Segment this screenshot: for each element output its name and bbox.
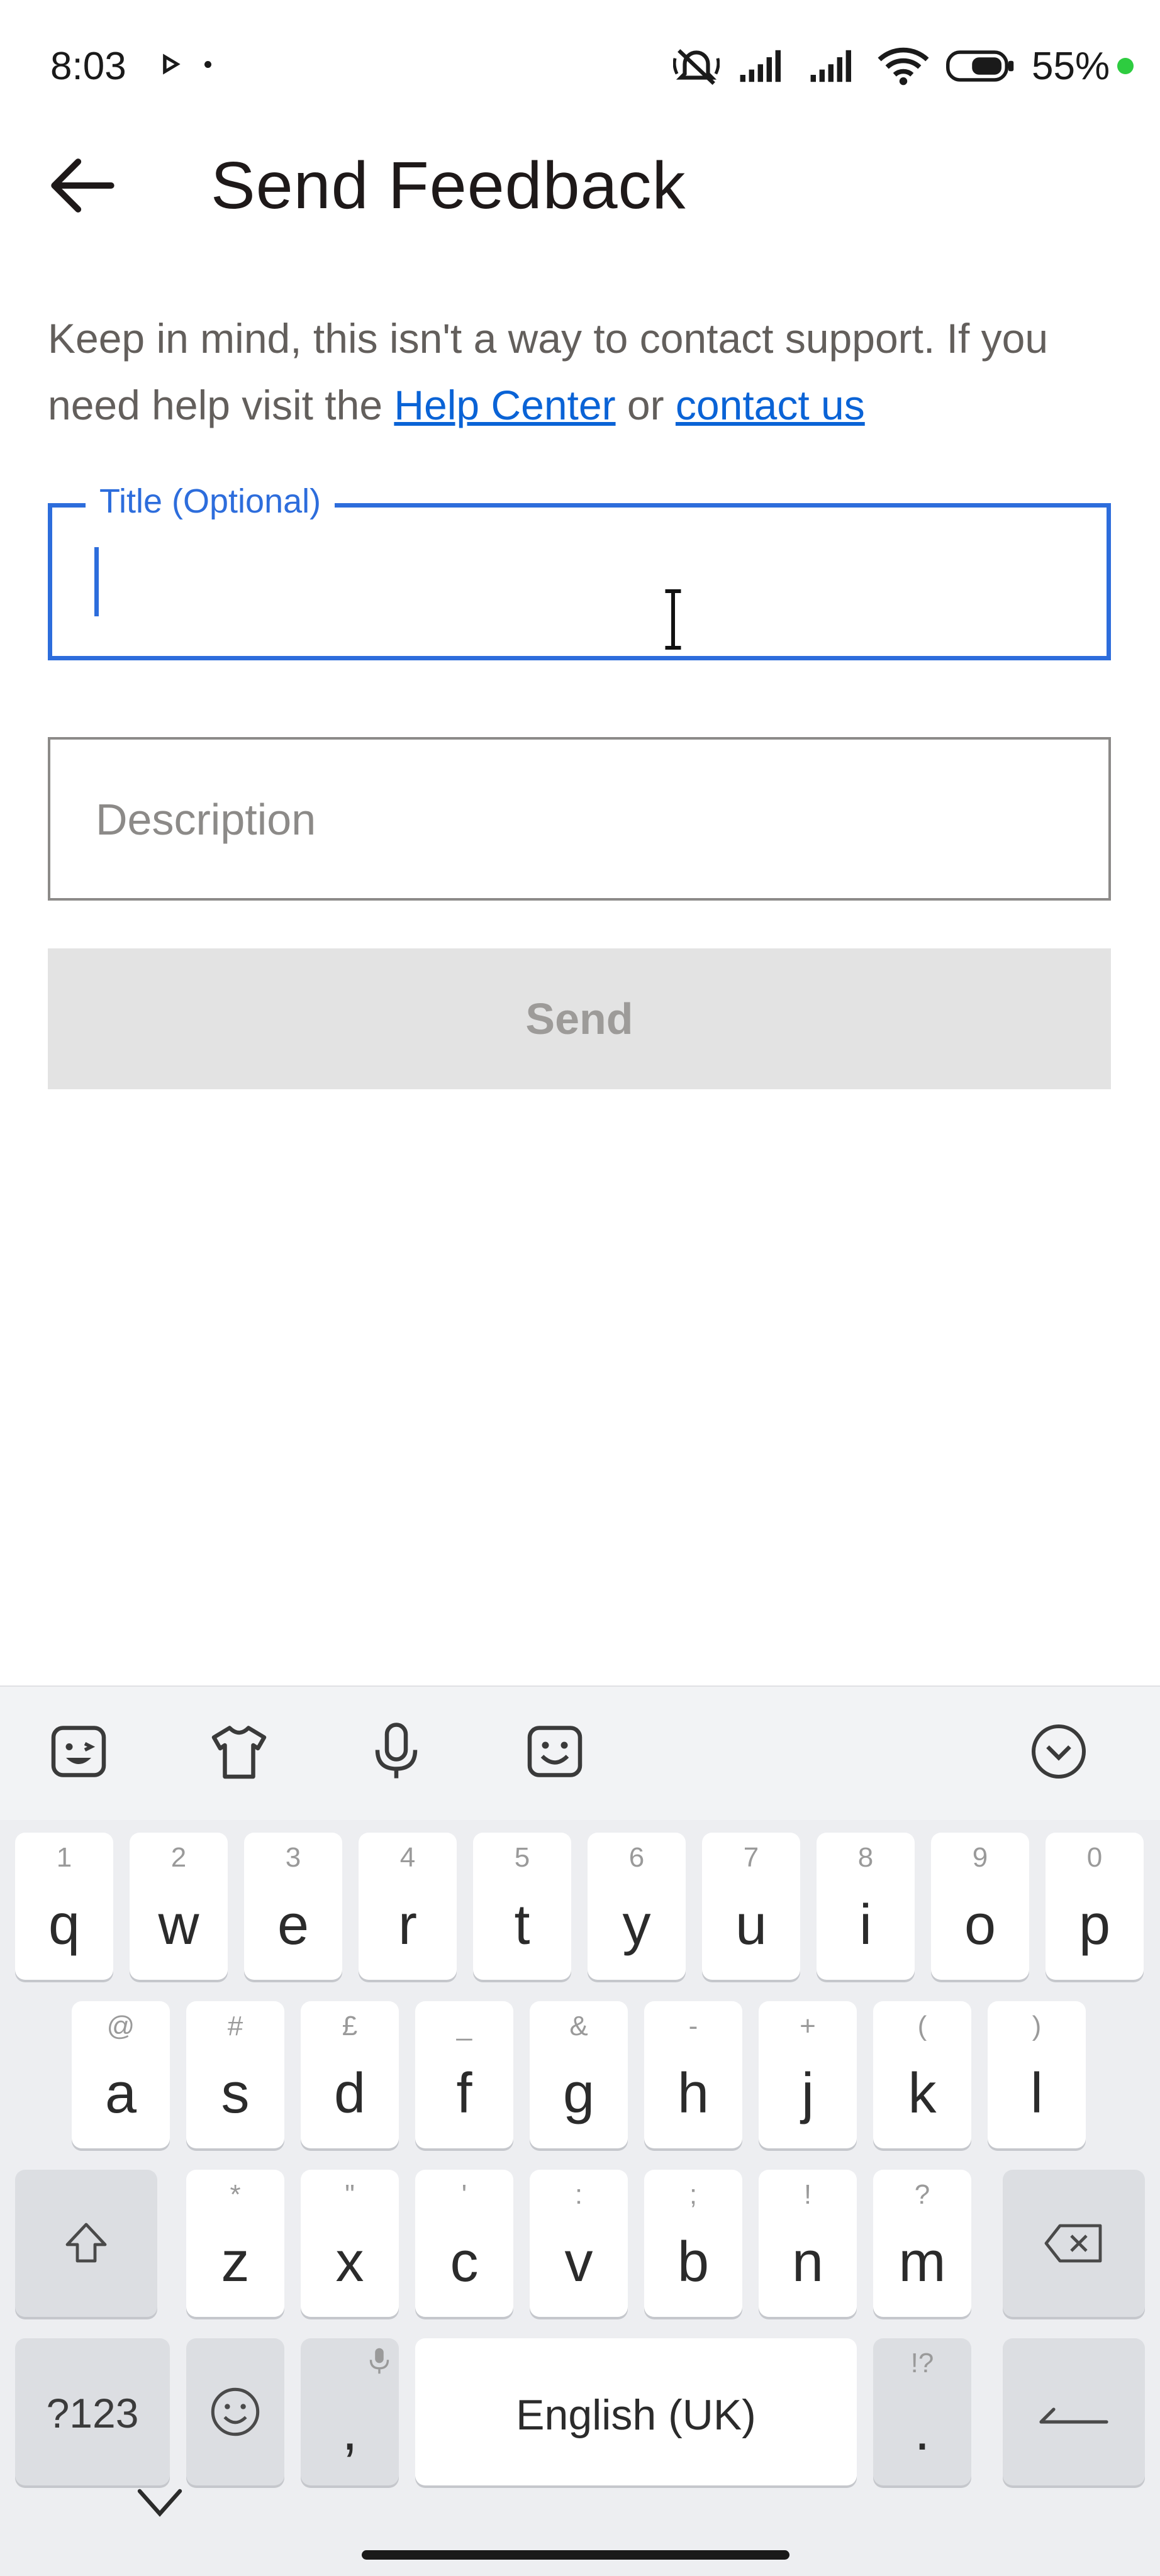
- description-input[interactable]: [94, 740, 1078, 899]
- ibeam-cursor-icon: [665, 589, 681, 650]
- key-n[interactable]: ! n: [759, 2170, 857, 2317]
- key-v[interactable]: :v: [530, 2170, 628, 2317]
- emoji-key[interactable]: [186, 2338, 284, 2485]
- space-key[interactable]: English (UK): [415, 2338, 857, 2485]
- key-u[interactable]: 7u: [702, 1833, 800, 1980]
- key-f[interactable]: _ f: [415, 2001, 513, 2148]
- back-arrow-icon[interactable]: [38, 142, 126, 230]
- send-button[interactable]: Send: [48, 948, 1111, 1089]
- collapse-chevron-icon[interactable]: [1027, 1720, 1090, 1783]
- key-t[interactable]: 5t: [473, 1833, 571, 1980]
- status-time: 8:03: [50, 45, 126, 88]
- text-cursor: [94, 547, 99, 616]
- key-q[interactable]: 1q: [15, 1833, 113, 1980]
- wifi-icon: [878, 47, 929, 86]
- period-key[interactable]: !?.: [873, 2338, 971, 2485]
- key-d[interactable]: £ d: [301, 2001, 399, 2148]
- battery-icon: [946, 50, 1014, 82]
- enter-arrow-icon: [1039, 2407, 1108, 2424]
- key-i[interactable]: 8i: [817, 1833, 915, 1980]
- key-y[interactable]: 6y: [588, 1833, 686, 1980]
- smiley-icon: [211, 2387, 260, 2436]
- battery-percent: 55%: [1032, 44, 1110, 88]
- key-o[interactable]: 9o: [931, 1833, 1029, 1980]
- keyboard-hide-chevron-icon[interactable]: [132, 2481, 189, 2525]
- comma-key[interactable]: ,: [301, 2338, 399, 2485]
- silent-icon: [673, 49, 720, 85]
- microphone-icon[interactable]: [365, 1720, 428, 1783]
- signal-icon: [740, 50, 781, 82]
- notice-text-or: or: [615, 382, 676, 428]
- notification-dot: [204, 61, 211, 68]
- page-title: Send Feedback: [211, 148, 686, 223]
- shift-key[interactable]: [15, 2170, 157, 2317]
- symbols-key[interactable]: ?123: [15, 2338, 170, 2485]
- key-m[interactable]: ? m: [873, 2170, 971, 2317]
- key-s[interactable]: # s: [186, 2001, 284, 2148]
- key-w[interactable]: 2w: [130, 1833, 228, 1980]
- play-icon: [163, 53, 181, 75]
- key-l[interactable]: ) l: [988, 2001, 1086, 2148]
- title-field[interactable]: [48, 503, 1111, 660]
- key-x[interactable]: " x: [301, 2170, 399, 2317]
- key-c[interactable]: ' c: [415, 2170, 513, 2317]
- key-h[interactable]: -h: [644, 2001, 742, 2148]
- key-b[interactable]: ; b: [644, 2170, 742, 2317]
- shift-arrow-icon: [65, 2223, 107, 2263]
- mic-hint-icon: [369, 2348, 389, 2374]
- description-field[interactable]: [48, 737, 1111, 901]
- key-j[interactable]: + j: [759, 2001, 857, 2148]
- key-k[interactable]: (k: [873, 2001, 971, 2148]
- signal-icon: [810, 50, 851, 82]
- status-icons: 55%: [673, 44, 1134, 88]
- contact-us-link[interactable]: contact us: [676, 382, 865, 428]
- sticker-icon[interactable]: [47, 1720, 110, 1783]
- key-a[interactable]: @ a: [72, 2001, 170, 2148]
- theme-shirt-icon[interactable]: [208, 1720, 270, 1783]
- charging-dot: [1117, 58, 1134, 74]
- support-notice: Keep in mind, this isn't a way to contac…: [48, 305, 1130, 438]
- key-g[interactable]: & g: [530, 2001, 628, 2148]
- key-p[interactable]: 0p: [1046, 1833, 1144, 1980]
- status-bar: 8:03 55%: [0, 0, 1160, 132]
- backspace-icon: [1044, 2224, 1102, 2263]
- enter-key[interactable]: [1003, 2338, 1145, 2485]
- key-z[interactable]: * z: [186, 2170, 284, 2317]
- key-e[interactable]: 3e: [244, 1833, 342, 1980]
- gesture-navigation-bar[interactable]: [362, 2550, 789, 2560]
- backspace-key[interactable]: [1003, 2170, 1145, 2317]
- help-center-link[interactable]: Help Center: [394, 382, 615, 428]
- key-r[interactable]: 4r: [359, 1833, 457, 1980]
- title-field-label: Title (Optional): [86, 479, 335, 523]
- emoji-face-icon[interactable]: [523, 1720, 586, 1783]
